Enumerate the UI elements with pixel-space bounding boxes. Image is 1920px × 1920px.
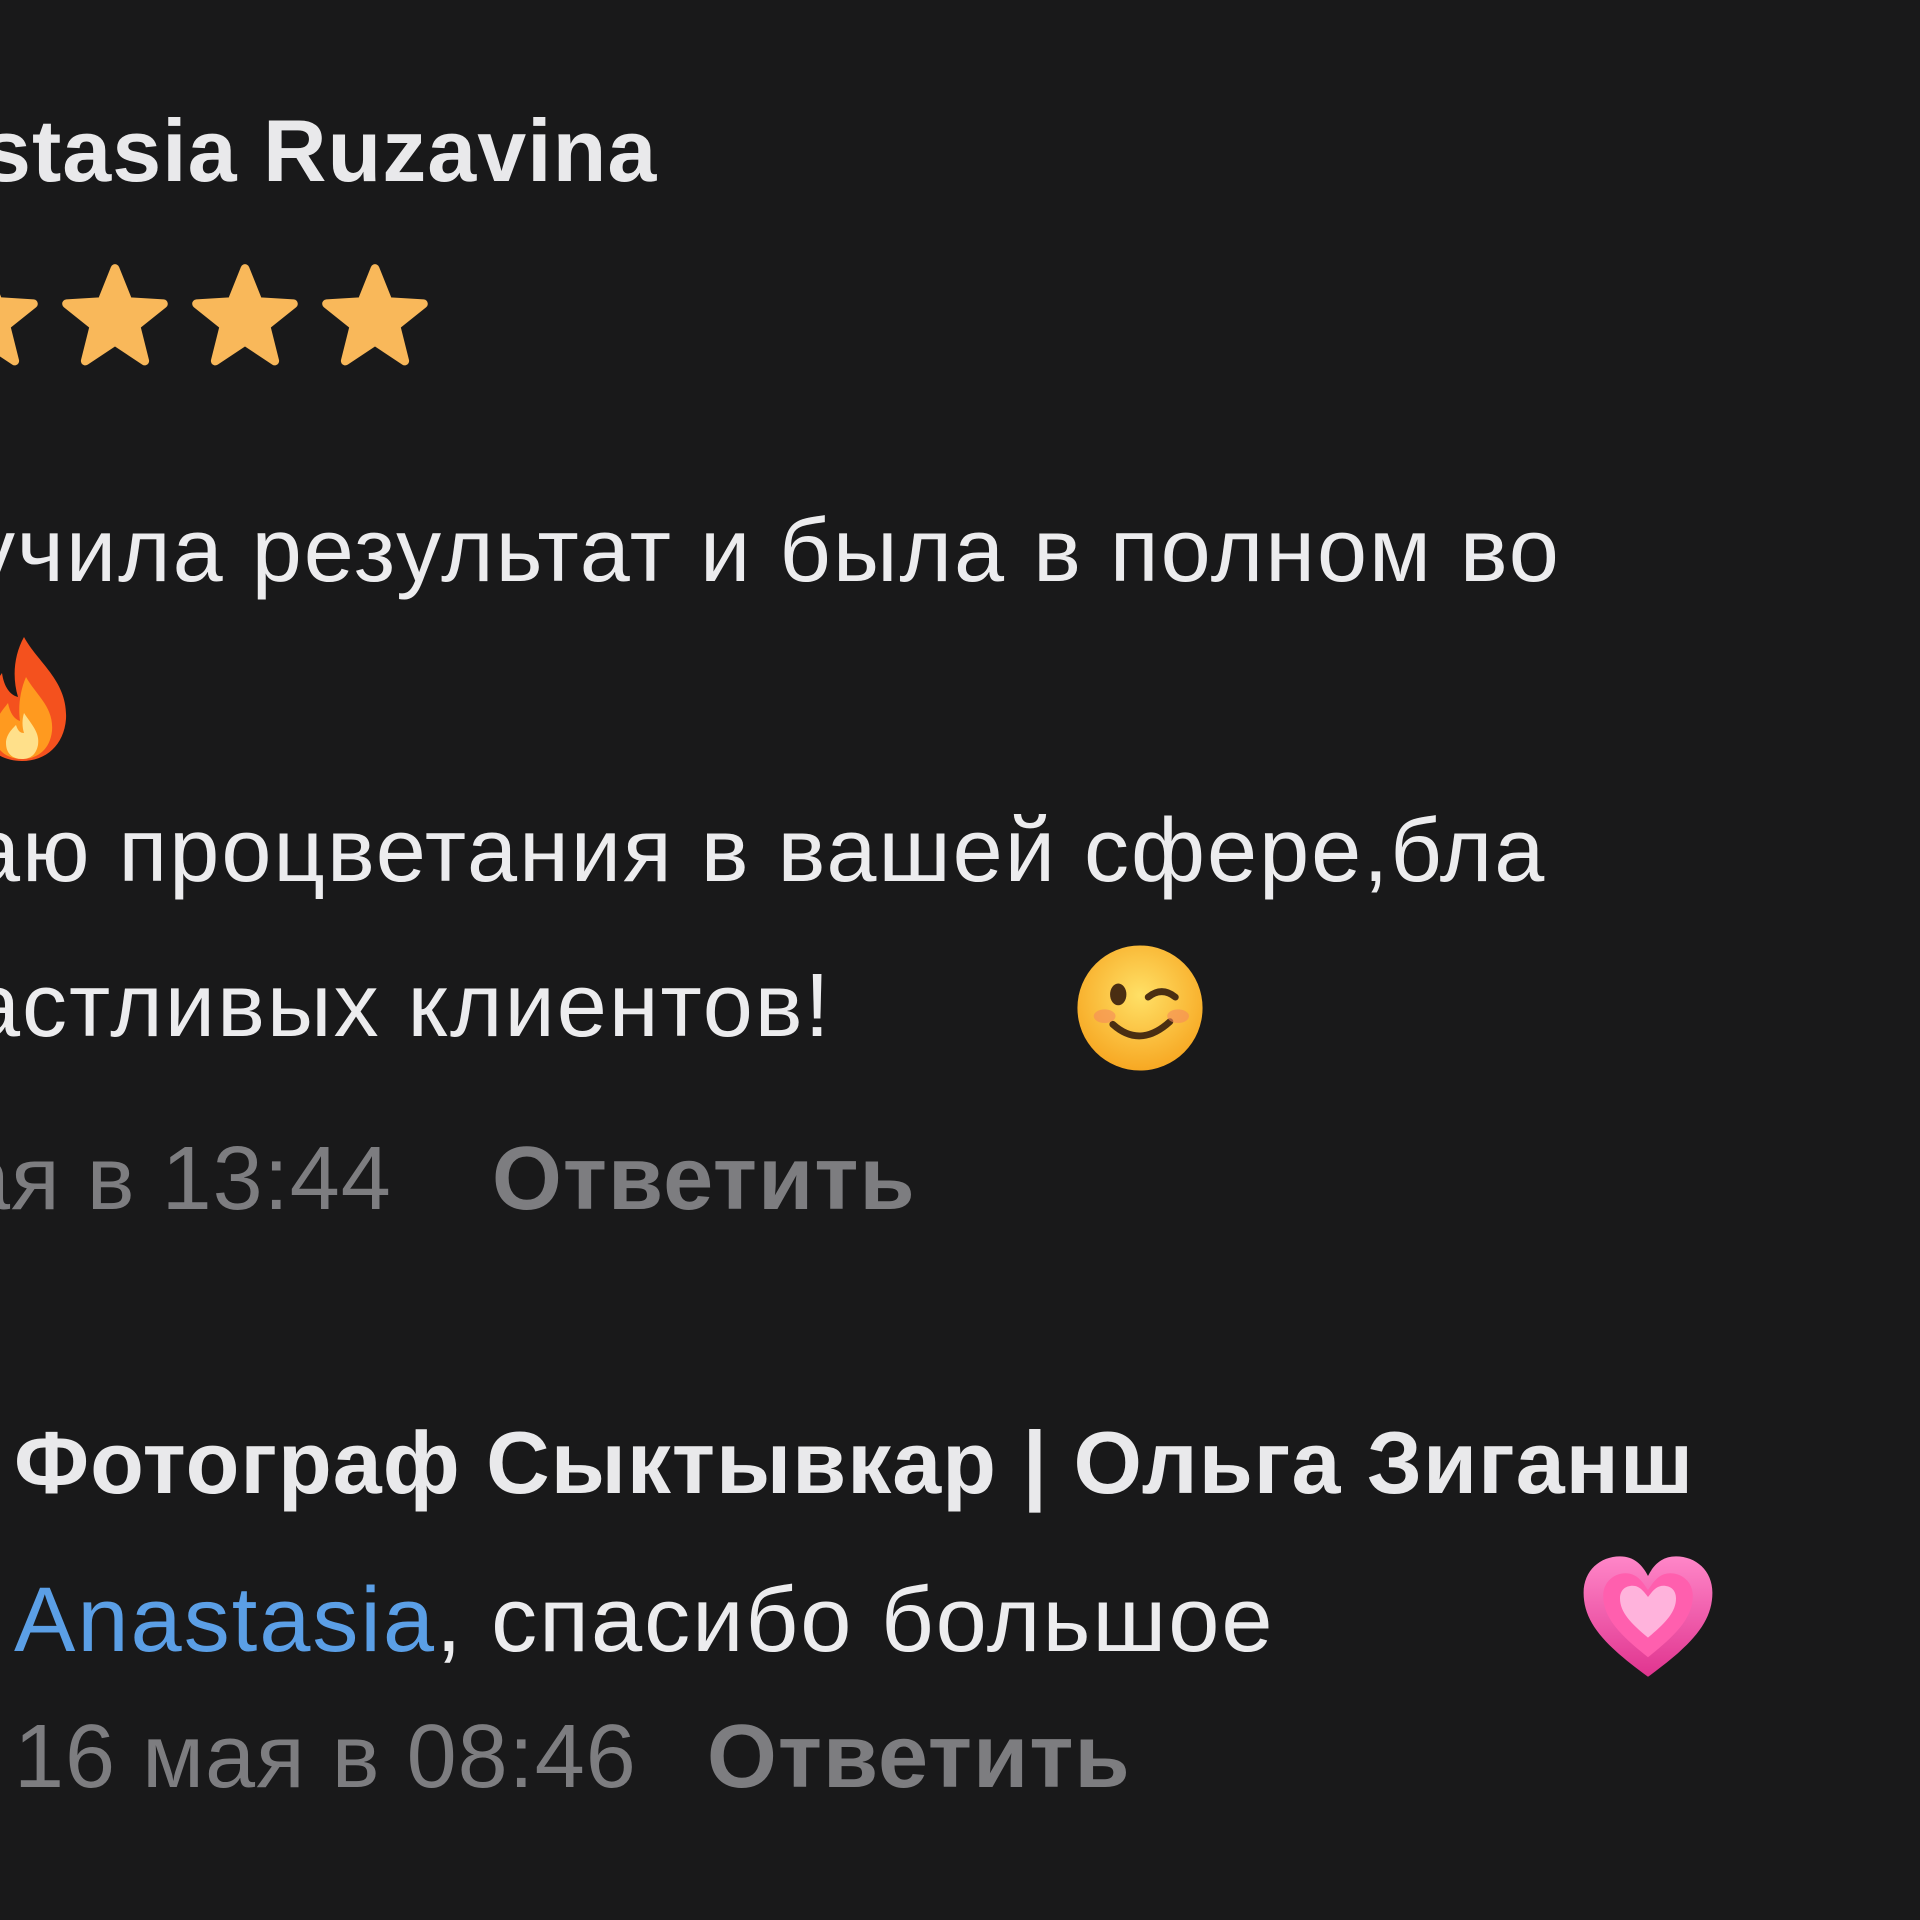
comment-meta: 16 мая в 08:46 Ответить [14, 1706, 1131, 1809]
user-mention-link[interactable]: Anastasia [14, 1569, 436, 1671]
comment-author-name[interactable]: Фотограф Сыктывкар | Ольга Зиганш [14, 1412, 1694, 1514]
winking-face-emoji [1077, 945, 1203, 1071]
comment-text-line: аю процветания в вашей сфере,бла [0, 801, 1547, 901]
fire-emoji [0, 637, 67, 761]
comment-timestamp: 16 мая в 08:46 [14, 1707, 637, 1807]
star-icon [62, 264, 168, 366]
star-icon [0, 294, 38, 366]
comment-text-content: , спасибо большое [436, 1569, 1275, 1671]
reply-button[interactable]: Ответить [492, 1129, 916, 1229]
comment-text: Anastasia, спасибо большое [14, 1568, 1275, 1673]
comment-text-line: учила результат и была в полном во [0, 501, 1561, 601]
comment-timestamp: ая в 13:44 [0, 1129, 392, 1229]
comment-text-line: астливых клиентов! [0, 956, 832, 1056]
comment-meta: ая в 13:44 Ответить [0, 1128, 916, 1231]
growing-heart-emoji [1583, 1556, 1713, 1677]
rating-stars [0, 262, 430, 372]
reply-button[interactable]: Ответить [707, 1707, 1131, 1807]
star-icon [322, 264, 428, 366]
star-icon [192, 264, 298, 366]
comment-author-name[interactable]: stasia Ruzavina [0, 100, 657, 202]
